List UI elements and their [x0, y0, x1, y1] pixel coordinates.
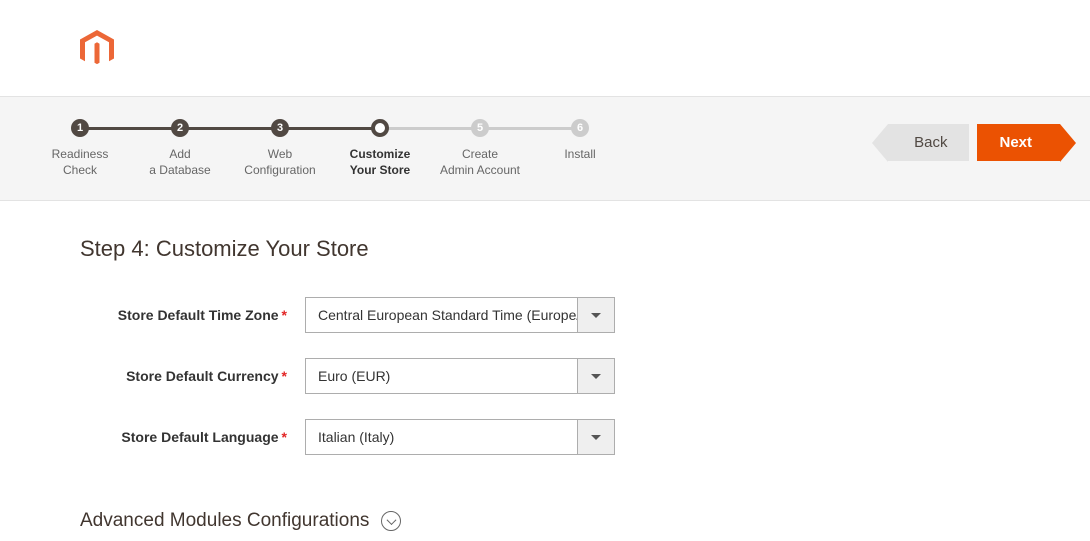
- timezone-label: Store Default Time Zone*: [80, 307, 305, 323]
- timezone-row: Store Default Time Zone* Central Europea…: [80, 297, 1010, 333]
- advanced-modules-toggle[interactable]: Advanced Modules Configurations: [80, 510, 1010, 532]
- steps-list: 1 Readiness Check 2 Add a Database 3 Web…: [30, 119, 630, 178]
- step-circle: 5: [471, 119, 489, 137]
- step-circle: [371, 119, 389, 137]
- currency-row: Store Default Currency* Euro (EUR): [80, 358, 1010, 394]
- timezone-select[interactable]: Central European Standard Time (Europe/B…: [305, 297, 615, 333]
- step-readiness-check[interactable]: 1 Readiness Check: [30, 119, 130, 178]
- language-label: Store Default Language*: [80, 429, 305, 445]
- language-value: Italian (Italy): [305, 419, 577, 455]
- step-install[interactable]: 6 Install: [530, 119, 630, 163]
- step-circle: 1: [71, 119, 89, 137]
- step-label: Install: [564, 147, 595, 163]
- caret-down-icon[interactable]: [577, 419, 615, 455]
- magento-logo-icon: [80, 30, 1090, 71]
- currency-value: Euro (EUR): [305, 358, 577, 394]
- timezone-value: Central European Standard Time (Europe/B…: [305, 297, 577, 333]
- currency-select[interactable]: Euro (EUR): [305, 358, 615, 394]
- step-label: Readiness Check: [52, 147, 109, 178]
- step-label: Web Configuration: [244, 147, 315, 178]
- page-title: Step 4: Customize Your Store: [80, 236, 1010, 262]
- advanced-title: Advanced Modules Configurations: [80, 510, 369, 532]
- language-select[interactable]: Italian (Italy): [305, 419, 615, 455]
- caret-down-icon[interactable]: [577, 358, 615, 394]
- language-row: Store Default Language* Italian (Italy): [80, 419, 1010, 455]
- required-mark: *: [282, 368, 287, 384]
- currency-label: Store Default Currency*: [80, 368, 305, 384]
- required-mark: *: [282, 307, 287, 323]
- stepper-bar: 1 Readiness Check 2 Add a Database 3 Web…: [0, 96, 1090, 201]
- step-label: Create Admin Account: [440, 147, 520, 178]
- step-circle: 3: [271, 119, 289, 137]
- step-label: Add a Database: [149, 147, 210, 178]
- required-mark: *: [282, 429, 287, 445]
- next-button[interactable]: Next: [977, 124, 1060, 161]
- caret-down-icon[interactable]: [577, 297, 615, 333]
- step-circle: 6: [571, 119, 589, 137]
- step-circle: 2: [171, 119, 189, 137]
- back-button[interactable]: Back: [888, 124, 969, 161]
- nav-buttons: Back Next: [888, 124, 1060, 161]
- chevron-down-icon: [381, 511, 401, 531]
- step-label: Customize Your Store: [350, 147, 411, 178]
